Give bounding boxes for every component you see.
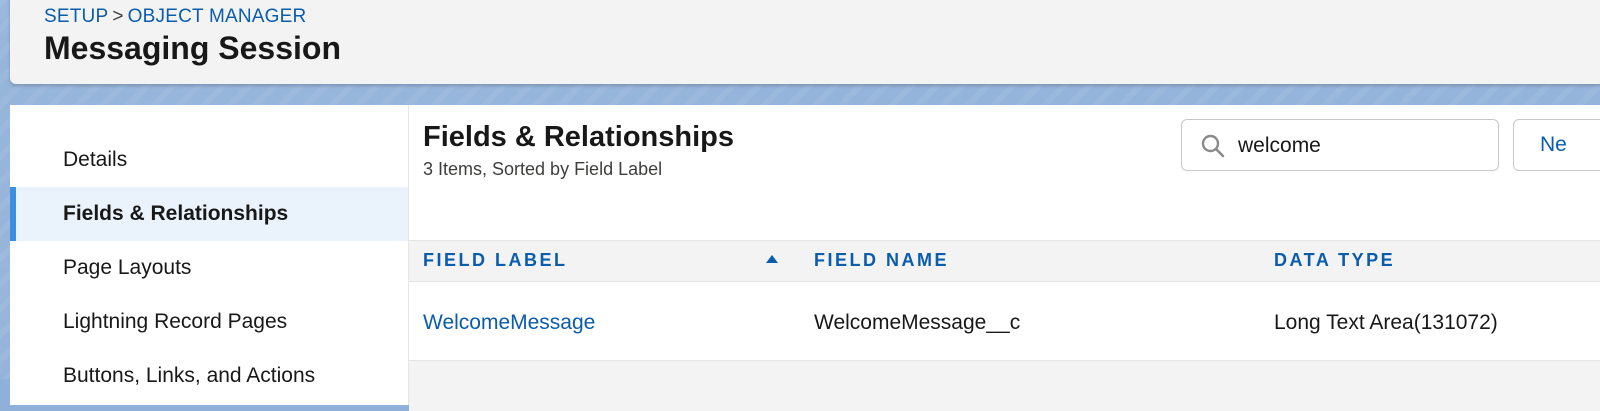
- sidebar-item-fields-relationships[interactable]: Fields & Relationships: [10, 187, 408, 241]
- sort-ascending-icon[interactable]: [766, 255, 778, 263]
- sidebar-item-lightning-record-pages[interactable]: Lightning Record Pages: [10, 295, 408, 349]
- breadcrumb-object-manager-link[interactable]: OBJECT MANAGER: [128, 6, 307, 27]
- content-card: Details Fields & Relationships Page Layo…: [10, 105, 1600, 411]
- search-box[interactable]: [1181, 119, 1499, 171]
- search-input[interactable]: [1236, 130, 1490, 162]
- breadcrumb-setup-link[interactable]: SETUP: [44, 6, 108, 27]
- field-label-link[interactable]: WelcomeMessage: [423, 311, 595, 335]
- fields-panel: Fields & Relationships 3 Items, Sorted b…: [409, 105, 1600, 411]
- column-header-field-label[interactable]: FIELD LABEL: [423, 250, 568, 271]
- table-row: WelcomeMessage WelcomeMessage__c Long Te…: [409, 282, 1600, 361]
- search-icon: [1201, 134, 1225, 158]
- data-type-cell: Long Text Area(131072): [1274, 311, 1498, 334]
- object-sidebar: Details Fields & Relationships Page Layo…: [10, 105, 409, 405]
- breadcrumb: SETUP > OBJECT MANAGER: [44, 6, 306, 28]
- sidebar-item-details[interactable]: Details: [10, 133, 408, 187]
- object-header: SETUP > OBJECT MANAGER Messaging Session: [10, 0, 1600, 84]
- breadcrumb-separator: >: [112, 6, 124, 27]
- new-button[interactable]: Ne: [1513, 119, 1600, 171]
- next-table-row: [409, 361, 1600, 411]
- panel-subtitle: 3 Items, Sorted by Field Label: [423, 159, 663, 179]
- page-title: Messaging Session: [44, 30, 341, 66]
- field-name-cell: WelcomeMessage__c: [814, 311, 1021, 334]
- column-header-field-name[interactable]: FIELD NAME: [814, 250, 949, 271]
- panel-title: Fields & Relationships: [423, 121, 734, 153]
- table-header: FIELD LABEL FIELD NAME DATA TYPE: [409, 240, 1600, 282]
- column-header-data-type[interactable]: DATA TYPE: [1274, 250, 1395, 271]
- sidebar-item-buttons-links-actions[interactable]: Buttons, Links, and Actions: [10, 349, 408, 403]
- sidebar-item-page-layouts[interactable]: Page Layouts: [10, 241, 408, 295]
